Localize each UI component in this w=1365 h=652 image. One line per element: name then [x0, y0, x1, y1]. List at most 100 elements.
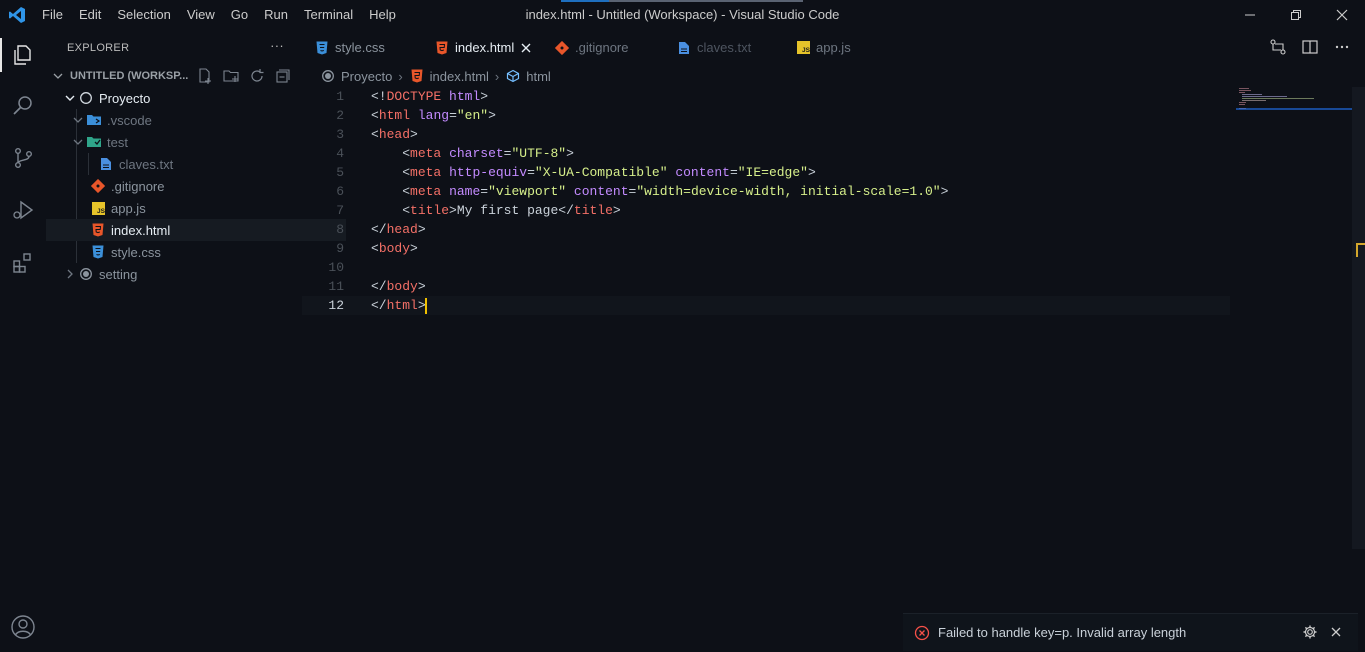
code-line: 2 <html lang="en"> [336, 108, 496, 123]
explorer-button[interactable] [0, 30, 46, 80]
close-window-button[interactable] [1319, 0, 1365, 30]
run-debug-button[interactable] [0, 185, 46, 235]
chevron-down-icon [70, 134, 86, 150]
breadcrumb-item[interactable]: index.html [430, 69, 489, 84]
sidebar-header: EXPLORER ··· [46, 30, 302, 65]
tree-item-label: .gitignore [111, 178, 165, 194]
open-changes-icon[interactable] [1269, 38, 1287, 56]
tab-label: index.html [455, 40, 515, 55]
search-button[interactable] [0, 80, 46, 130]
code-line: 10 [328, 260, 344, 275]
new-file-icon[interactable] [196, 67, 214, 85]
source-control-button[interactable] [0, 133, 46, 183]
activity-bar [0, 30, 46, 650]
code-line: 7 <title>My first page</title> [336, 203, 621, 218]
menu-selection[interactable]: Selection [109, 0, 178, 30]
split-editor-icon[interactable] [1301, 38, 1319, 56]
notification-actions [1302, 624, 1344, 640]
title-bar: File Edit Selection View Go Run Terminal… [0, 0, 1365, 30]
tree-item-gitignore[interactable]: .gitignore [46, 175, 346, 197]
svg-text:JS: JS [802, 47, 810, 54]
workspace-actions [196, 67, 292, 85]
code-line: 3 <head> [336, 127, 418, 142]
close-icon[interactable] [1328, 624, 1344, 640]
html-file-icon [434, 40, 450, 56]
extensions-icon [13, 253, 31, 273]
menu-edit[interactable]: Edit [71, 0, 109, 30]
tab-index-html[interactable]: index.html [434, 30, 532, 65]
git-icon [554, 40, 570, 56]
breadcrumb-item[interactable]: html [526, 69, 551, 84]
symbol-element-icon [505, 68, 521, 84]
gear-icon[interactable] [1302, 624, 1318, 640]
account-button[interactable] [0, 602, 46, 652]
text-file-icon [676, 40, 692, 56]
refresh-icon[interactable] [248, 67, 266, 85]
code-line: 11 </body> [328, 279, 426, 294]
explorer-sidebar: EXPLORER ··· UNTITLED (WORKSP... Proyect… [46, 30, 346, 650]
close-icon [521, 43, 531, 52]
svg-text:JS: JS [97, 208, 105, 215]
tree-item-vscode[interactable]: .vscode [46, 109, 326, 131]
tree-item-index-html[interactable]: index.html [46, 219, 346, 241]
breadcrumb-item[interactable]: Proyecto [341, 69, 392, 84]
workspace-header[interactable]: UNTITLED (WORKSP... [46, 65, 302, 87]
tree-item-setting[interactable]: setting [46, 263, 318, 285]
text-file-icon [98, 156, 114, 172]
notification-message: Failed to handle key=p. Invalid array le… [938, 625, 1187, 640]
editor-actions [1269, 38, 1351, 56]
tab-claves-txt[interactable]: claves.txt [676, 30, 751, 65]
menu-file[interactable]: File [34, 0, 71, 30]
menu-terminal[interactable]: Terminal [296, 0, 361, 30]
tab-gitignore[interactable]: .gitignore [554, 30, 628, 65]
account-icon [11, 615, 35, 639]
minimap-viewport [1236, 108, 1352, 110]
more-icon[interactable] [1333, 38, 1351, 56]
js-file-icon: JS [90, 200, 106, 216]
tree-item-proyecto[interactable]: Proyecto [46, 87, 318, 109]
tab-label: app.js [816, 40, 851, 55]
minimize-button[interactable] [1227, 0, 1273, 30]
new-folder-icon[interactable] [222, 67, 240, 85]
run-debug-icon [13, 200, 34, 220]
tree-item-label: Proyecto [99, 90, 151, 106]
restore-button[interactable] [1273, 0, 1319, 30]
tab-label: claves.txt [697, 40, 752, 55]
vertical-scrollbar[interactable] [1352, 87, 1365, 549]
extensions-button[interactable] [0, 238, 46, 288]
chevron-right-icon [62, 266, 78, 282]
close-icon [1336, 9, 1348, 21]
tree-item-test[interactable]: test [46, 131, 326, 153]
restore-icon [1291, 10, 1301, 20]
tree-item-label: index.html [111, 222, 171, 238]
tree-item-style-css[interactable]: style.css [46, 241, 346, 263]
sidebar-title: EXPLORER [67, 41, 130, 54]
menu-go[interactable]: Go [223, 0, 256, 30]
tab-label: .gitignore [575, 40, 629, 55]
tree-item-label: setting [99, 266, 138, 282]
chevron-down-icon [70, 112, 86, 128]
tree-item-label: app.js [111, 200, 146, 216]
menu-run[interactable]: Run [256, 0, 296, 30]
window-controls [1227, 0, 1365, 30]
tab-app-js[interactable]: JS app.js [795, 30, 851, 65]
more-actions-button[interactable]: ··· [270, 38, 284, 53]
minimize-icon [1245, 14, 1255, 16]
folder-vscode-icon [86, 112, 102, 128]
folder-root-icon [78, 266, 94, 282]
menu-help[interactable]: Help [361, 0, 404, 30]
workspace-title: UNTITLED (WORKSP... [70, 70, 189, 82]
explorer-icon [14, 45, 31, 65]
error-icon [914, 625, 930, 641]
tree-item-app-js[interactable]: JS app.js [46, 197, 346, 219]
code-line: 9 <body> [336, 241, 418, 256]
collapse-all-icon[interactable] [274, 67, 292, 85]
js-file-icon: JS [795, 40, 811, 56]
code-editor[interactable]: 1 <!DOCTYPE html> 2 <html lang="en"> 3 <hea… [302, 87, 1352, 607]
folder-root-icon [78, 90, 94, 106]
close-tab-button[interactable] [520, 42, 532, 54]
tab-style-css[interactable]: style.css [314, 30, 385, 65]
menu-view[interactable]: View [179, 0, 223, 30]
minimap[interactable] [1236, 87, 1352, 117]
html-file-icon [409, 68, 425, 84]
